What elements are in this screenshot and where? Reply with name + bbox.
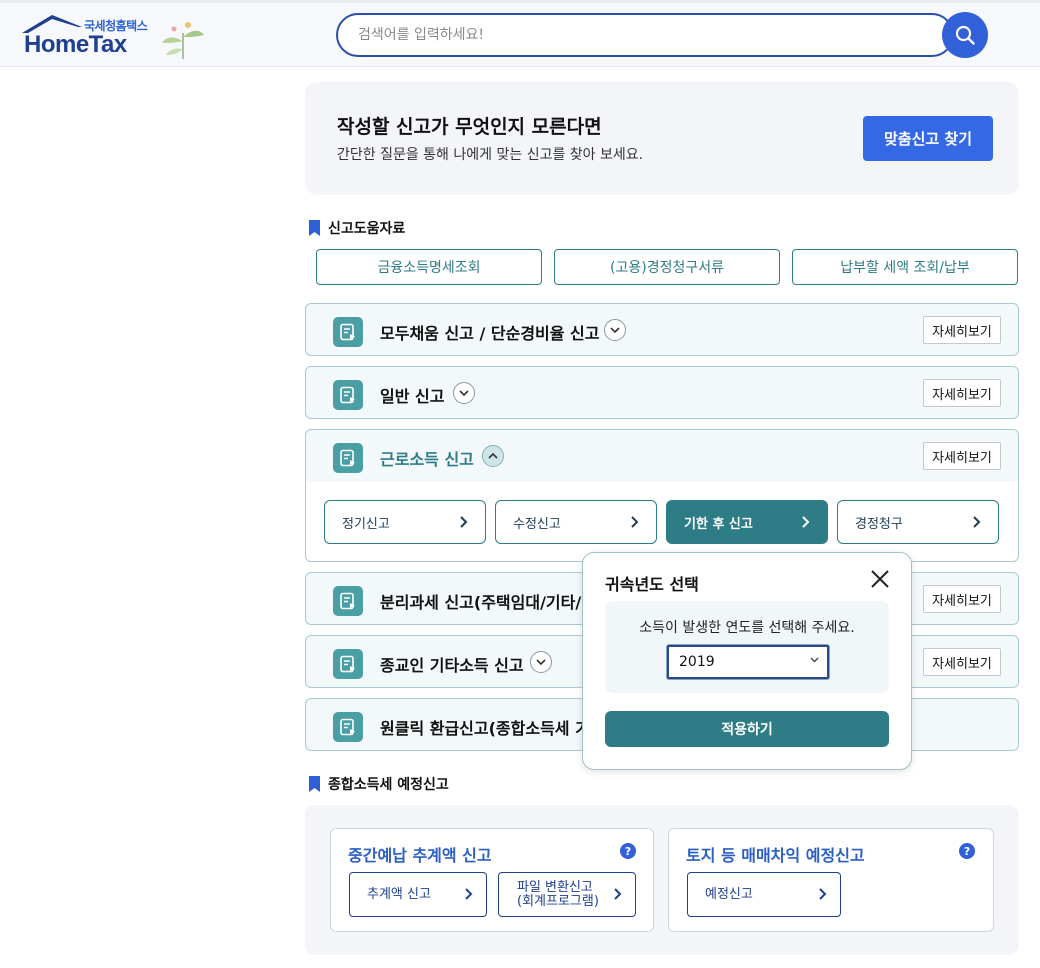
regular-report-button[interactable]: 정기신고 [324,500,486,544]
chevron-right-icon [465,888,473,900]
button-label: 추계액 신고 [367,886,431,902]
button-label: 기한 후 신고 [684,516,753,532]
chevron-down-icon [810,653,819,666]
chevron-up-icon[interactable] [482,445,504,467]
view-details-button[interactable]: 자세히보기 [923,442,1001,470]
chevron-right-icon [460,516,468,528]
help-section-title: 신고도움자료 [309,218,405,238]
tax-year-modal: 귀속년도 선택 소득이 발생한 연도를 선택해 주세요. 2019 적용하기 [582,552,912,770]
year-select-panel: 소득이 발생한 연도를 선택해 주세요. 2019 [605,601,889,693]
late-report-button[interactable]: 기한 후 신고 [666,500,828,544]
accordion-title: 모두채움 신고 / 단순경비율 신고 [380,324,600,343]
button-label: 경정청구 [855,516,903,532]
interim-prepayment-card: 중간예납 추계액 신고 ? 추계액 신고 파일 변환신고 (회계프로그램) [330,828,654,932]
custom-report-banner: 작성할 신고가 무엇인지 모른다면 간단한 질문을 통해 나에게 맞는 신고를 … [305,82,1019,195]
bookmark-icon [309,220,320,236]
view-details-button[interactable]: 자세히보기 [923,316,1001,344]
estimate-section-label: 종합소득세 예정신고 [328,777,449,793]
button-label: 정기신고 [342,516,390,532]
help-icon[interactable]: ? [620,843,636,859]
accordion-header[interactable]: 근로소득 신고 자세히보기 [306,430,1018,482]
estimate-report-panel: 중간예납 추계액 신고 ? 추계액 신고 파일 변환신고 (회계프로그램) 토지… [305,805,1019,955]
search-icon [955,25,975,45]
modal-title: 귀속년도 선택 [605,575,699,594]
close-button[interactable] [867,567,893,593]
button-label: 예정신고 [705,886,753,902]
chevron-right-icon [614,888,622,900]
accordion-title: 종교인 기타소득 신고 [380,656,524,675]
close-icon [871,569,889,588]
accordion-general-report[interactable]: 일반 신고 자세히보기 [305,366,1019,419]
modal-description: 소득이 발생한 연도를 선택해 주세요. [639,620,855,636]
card-title: 토지 등 매매차익 예정신고 [686,846,865,865]
view-details-button[interactable]: 자세히보기 [923,648,1001,676]
estimate-report-button[interactable]: 추계액 신고 [349,872,487,917]
hometax-logo[interactable]: 국세청홈택스 HomeTax [18,13,218,63]
tax-payment-lookup-button[interactable]: 납부할 세액 조회/납부 [792,249,1018,285]
help-section-label: 신고도움자료 [328,221,406,237]
view-details-button[interactable]: 자세히보기 [923,585,1001,613]
site-header: 국세청홈택스 HomeTax [0,0,1040,67]
accordion-prefilled-report[interactable]: 모두채움 신고 / 단순경비율 신고 자세히보기 [305,303,1019,356]
correction-claim-button[interactable]: 경정청구 [837,500,999,544]
chevron-right-icon [631,516,639,528]
chevron-right-icon [802,516,810,528]
accordion-title: 분리과세 신고(주택임대/기타/연 [380,593,596,612]
find-custom-report-button[interactable]: 맞춤신고 찾기 [863,116,993,161]
document-icon [333,586,363,616]
view-details-button[interactable]: 자세히보기 [923,379,1001,407]
document-icon [333,443,363,473]
accordion-header[interactable]: 모두채움 신고 / 단순경비율 신고 자세히보기 [306,304,1018,356]
accordion-title: 근로소득 신고 [380,450,474,469]
tax-year-select[interactable]: 2019 [667,645,829,679]
amended-report-button[interactable]: 수정신고 [495,500,657,544]
accordion-header[interactable]: 일반 신고 자세히보기 [306,367,1018,419]
chevron-down-icon[interactable] [453,382,475,404]
financial-income-lookup-button[interactable]: 금융소득명세조회 [316,249,542,285]
selected-year-value: 2019 [679,654,715,670]
preliminary-report-button[interactable]: 예정신고 [687,872,841,917]
card-title: 중간예납 추계액 신고 [348,846,492,865]
document-icon [333,317,363,347]
logo-wordmark: HomeTax [24,31,127,58]
search-input[interactable] [336,13,954,57]
plant-icon [162,22,204,59]
accordion-title: 일반 신고 [380,387,445,406]
estimate-section-title: 종합소득세 예정신고 [309,774,449,794]
apply-button[interactable]: 적용하기 [605,711,889,747]
document-icon [333,649,363,679]
button-label: 수정신고 [513,516,561,532]
banner-title: 작성할 신고가 무엇인지 모른다면 [337,116,602,138]
chevron-right-icon [973,516,981,528]
file-conversion-report-button[interactable]: 파일 변환신고 (회계프로그램) [498,872,636,917]
correction-claim-docs-button[interactable]: (고용)경정청구서류 [554,249,780,285]
document-icon [333,380,363,410]
accordion-earned-income-report[interactable]: 근로소득 신고 자세히보기 정기신고 수정신고 기한 후 신고 경정청구 [305,429,1019,562]
accordion-title: 원클릭 환급신고(종합소득세 기 [380,719,590,738]
chevron-down-icon[interactable] [530,651,552,673]
help-icon[interactable]: ? [959,843,975,859]
chevron-right-icon [819,888,827,900]
document-icon [333,712,363,742]
search-button[interactable] [942,12,988,58]
banner-description: 간단한 질문을 통해 나에게 맞는 신고를 찾아 보세요. [337,147,644,163]
land-sale-profit-card: 토지 등 매매차익 예정신고 ? 예정신고 [668,828,994,932]
chevron-down-icon[interactable] [604,319,626,341]
bookmark-icon [309,776,320,792]
